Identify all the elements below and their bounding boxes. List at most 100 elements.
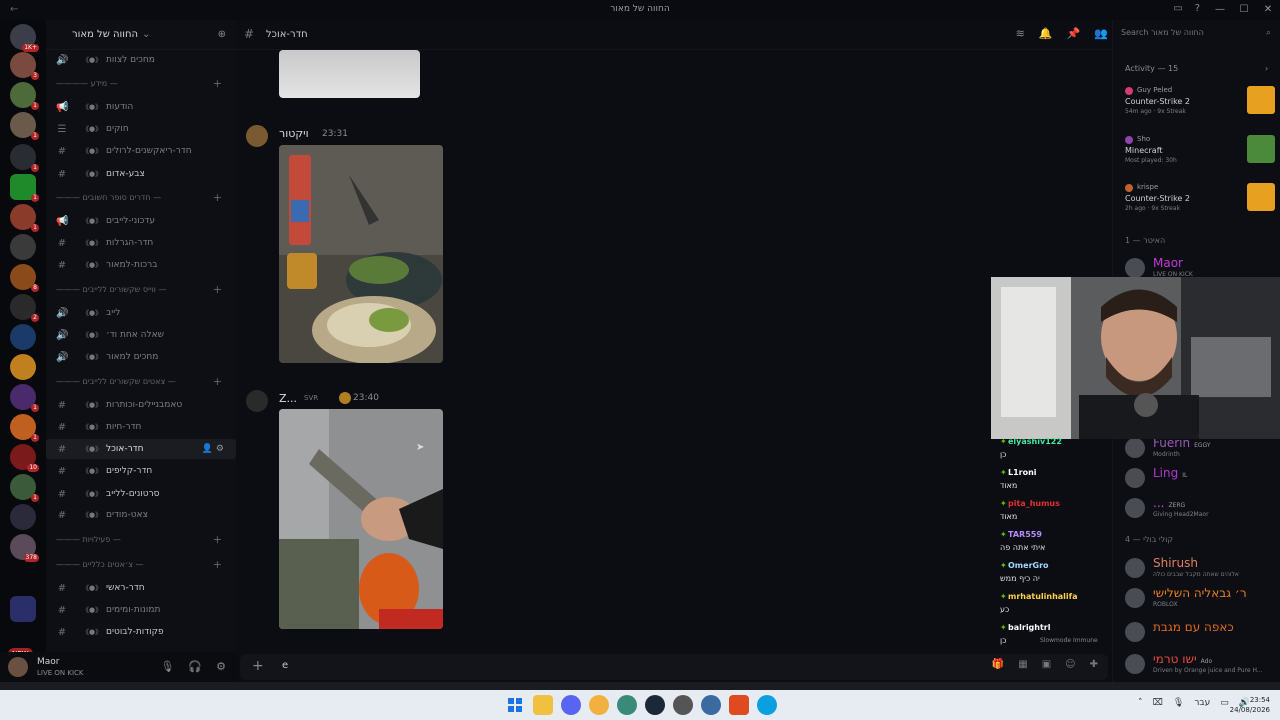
brave-browser-icon[interactable] bbox=[729, 695, 749, 715]
member-item[interactable]: Fuerin EGGY Modrinth bbox=[1125, 436, 1275, 464]
add-channel-icon[interactable]: + bbox=[213, 191, 222, 204]
channel-item[interactable]: 🔊 《●》 מחכים לצוות bbox=[46, 50, 236, 70]
channel-item[interactable]: # 《●》 חדר-הגרלות bbox=[46, 233, 236, 253]
channel-item[interactable]: 🔊 《●》 מחכים למאור bbox=[46, 347, 236, 367]
apps-icon[interactable]: ✚ bbox=[1090, 659, 1098, 670]
message-image[interactable] bbox=[279, 145, 443, 363]
message-image[interactable] bbox=[279, 50, 420, 98]
home-server-button[interactable]: 1K+ bbox=[10, 24, 39, 52]
minimize-button[interactable]: — bbox=[1208, 0, 1232, 20]
guild-header[interactable]: החווה של מאור ⌄ ⊕ bbox=[46, 20, 236, 50]
chevron-up-icon[interactable]: ˄ bbox=[1138, 698, 1143, 708]
microphone-icon[interactable]: 🎙 bbox=[160, 660, 174, 673]
channel-item[interactable]: 🔊 《●》 שאלה אחת וד׳ bbox=[46, 325, 236, 345]
emoji-icon[interactable]: ☺ bbox=[1065, 659, 1075, 670]
file-explorer-icon[interactable] bbox=[533, 695, 553, 715]
server-icon[interactable]: 2 bbox=[10, 294, 39, 322]
server-icon[interactable]: 1 bbox=[10, 204, 39, 232]
add-channel-icon[interactable]: + bbox=[213, 533, 222, 546]
channel-item[interactable]: # 《●》 חדר-חיות bbox=[46, 417, 236, 437]
message-composer[interactable]: + e 🎁 ▦ ▣ ☺ ✚ bbox=[240, 654, 1108, 680]
app-icon[interactable] bbox=[617, 695, 637, 715]
category-header[interactable]: ——— חדרים סופר חשובים — + bbox=[46, 190, 236, 206]
inbox-icon[interactable]: ▭ bbox=[1173, 3, 1182, 14]
add-channel-icon[interactable]: + bbox=[213, 283, 222, 296]
sticker-icon[interactable]: ▣ bbox=[1042, 659, 1051, 670]
maximize-button[interactable]: ☐ bbox=[1232, 0, 1256, 20]
channel-item[interactable]: ☰ 《●》 חוקים bbox=[46, 119, 236, 139]
server-icon[interactable]: 1 bbox=[10, 474, 39, 502]
avatar[interactable] bbox=[246, 390, 268, 412]
server-icon[interactable]: 1 bbox=[10, 384, 39, 412]
category-header[interactable]: ———— מידע — + bbox=[46, 76, 236, 92]
discord-icon[interactable] bbox=[561, 695, 581, 715]
member-item[interactable]: ישו טרמי Ado Driven by Orange juice and Pu… bbox=[1125, 652, 1275, 680]
server-folder-icon[interactable] bbox=[10, 596, 36, 622]
app-icon[interactable] bbox=[673, 695, 693, 715]
headphones-icon[interactable]: 🎧 bbox=[188, 660, 202, 673]
server-icon[interactable]: 378 bbox=[10, 534, 39, 562]
server-icon[interactable]: 1 bbox=[10, 414, 39, 442]
channel-item[interactable]: # 《●》 חדר-ריאקשנים-לרולים bbox=[46, 141, 236, 161]
server-icon[interactable]: 1 bbox=[10, 144, 39, 172]
server-icon[interactable]: 1 bbox=[10, 112, 39, 140]
member-item[interactable]: ... ZERG Giving Head2Maor bbox=[1125, 496, 1275, 524]
message-input[interactable]: e bbox=[282, 660, 288, 671]
category-header[interactable]: ——— פעילויות — + bbox=[46, 532, 236, 548]
microphone-icon[interactable]: 🎙 bbox=[1173, 698, 1184, 708]
channel-item[interactable]: # 《●》 טאמבניילים-וכותרות bbox=[46, 395, 236, 415]
add-channel-icon[interactable]: + bbox=[213, 375, 222, 388]
server-icon[interactable] bbox=[10, 354, 36, 380]
gif-icon[interactable]: ▦ bbox=[1018, 659, 1027, 670]
gift-icon[interactable]: 🎁 bbox=[992, 659, 1004, 670]
bell-icon[interactable]: 🔔 bbox=[1039, 27, 1053, 40]
settings-icon[interactable] bbox=[701, 695, 721, 715]
member-item[interactable]: Ling IL bbox=[1125, 466, 1275, 494]
channel-item[interactable]: 📢 《●》 הודעות bbox=[46, 97, 236, 117]
help-icon[interactable]: ? bbox=[1195, 3, 1200, 14]
threads-icon[interactable]: ≋ bbox=[1016, 27, 1025, 40]
member-item[interactable]: כאפה עם מגבת bbox=[1125, 620, 1275, 648]
channel-item[interactable]: # 《●》 סרטונים-ללייב bbox=[46, 484, 236, 504]
activity-card[interactable]: krispe Counter-Strike 2 2h ago · 9x Streak bbox=[1125, 183, 1275, 227]
add-member-icon[interactable]: ⊕ bbox=[218, 29, 226, 40]
close-button[interactable]: ✕ bbox=[1256, 0, 1280, 20]
app-icon[interactable] bbox=[589, 695, 609, 715]
display-icon[interactable]: ▭ bbox=[1220, 698, 1229, 708]
add-channel-icon[interactable]: + bbox=[213, 77, 222, 90]
message-author[interactable]: ויקטור bbox=[279, 127, 309, 140]
channel-item[interactable]: # 《●》 חדר-קליפים bbox=[46, 461, 236, 481]
server-icon[interactable]: 10 bbox=[10, 444, 39, 472]
activity-card[interactable]: Sho Minecraft Most played: 30h bbox=[1125, 135, 1275, 179]
activity-header[interactable]: Activity — 15 › bbox=[1125, 64, 1268, 73]
server-icon[interactable] bbox=[10, 234, 36, 260]
server-icon[interactable] bbox=[10, 504, 36, 530]
avatar[interactable] bbox=[246, 125, 268, 147]
member-item[interactable]: Shirush אלוהים שאתה מקבל שבבים כולה bbox=[1125, 556, 1275, 584]
category-header[interactable]: ——— צאטים שקשורים ללייבים — + bbox=[46, 374, 236, 390]
channel-item[interactable]: # 《●》 פקודות-לבוטים bbox=[46, 622, 236, 642]
settings-gear-icon[interactable]: ⚙ bbox=[216, 660, 226, 673]
avatar[interactable] bbox=[8, 657, 28, 677]
activity-card[interactable]: Guy Peled Counter-Strike 2 54m ago · 9x St… bbox=[1125, 86, 1275, 130]
channel-item[interactable]: 📢 《●》 עדכוני-לייבים bbox=[46, 211, 236, 231]
search-input[interactable]: Search החווה של מאור ⌕ bbox=[1121, 28, 1271, 42]
channel-item[interactable]: # 《●》 חדר-ראשי bbox=[46, 578, 236, 598]
language-indicator[interactable]: עבר bbox=[1194, 698, 1210, 708]
channel-item[interactable]: # 《●》 חדר-אוכל 👤 ⚙ bbox=[46, 439, 236, 459]
category-header[interactable]: ——— צ׳אטים כלליים — + bbox=[46, 557, 236, 573]
channel-item[interactable]: 🔊 《●》 לייב bbox=[46, 303, 236, 323]
channel-item[interactable]: # 《●》 ברכות-למאור bbox=[46, 255, 236, 275]
steam-icon[interactable] bbox=[645, 695, 665, 715]
add-channel-icon[interactable]: + bbox=[213, 558, 222, 571]
member-item[interactable]: ר׳ גבאליה השלישי ROBLOX bbox=[1125, 586, 1275, 614]
channel-item[interactable]: # 《●》 צבע-אדום bbox=[46, 164, 236, 184]
network-icon[interactable]: ⌧ bbox=[1153, 698, 1163, 708]
members-icon[interactable]: 👥 bbox=[1094, 27, 1108, 40]
channel-settings-icon[interactable]: 👤 ⚙ bbox=[202, 444, 224, 454]
attach-plus-icon[interactable]: + bbox=[252, 658, 264, 674]
pin-icon[interactable]: 📌 bbox=[1067, 27, 1081, 40]
category-header[interactable]: ——— ווייס שקשורים ללייבים — + bbox=[46, 282, 236, 298]
channel-item[interactable]: # 《●》 צאט-מודים bbox=[46, 505, 236, 525]
server-icon[interactable]: 1 bbox=[10, 174, 39, 202]
